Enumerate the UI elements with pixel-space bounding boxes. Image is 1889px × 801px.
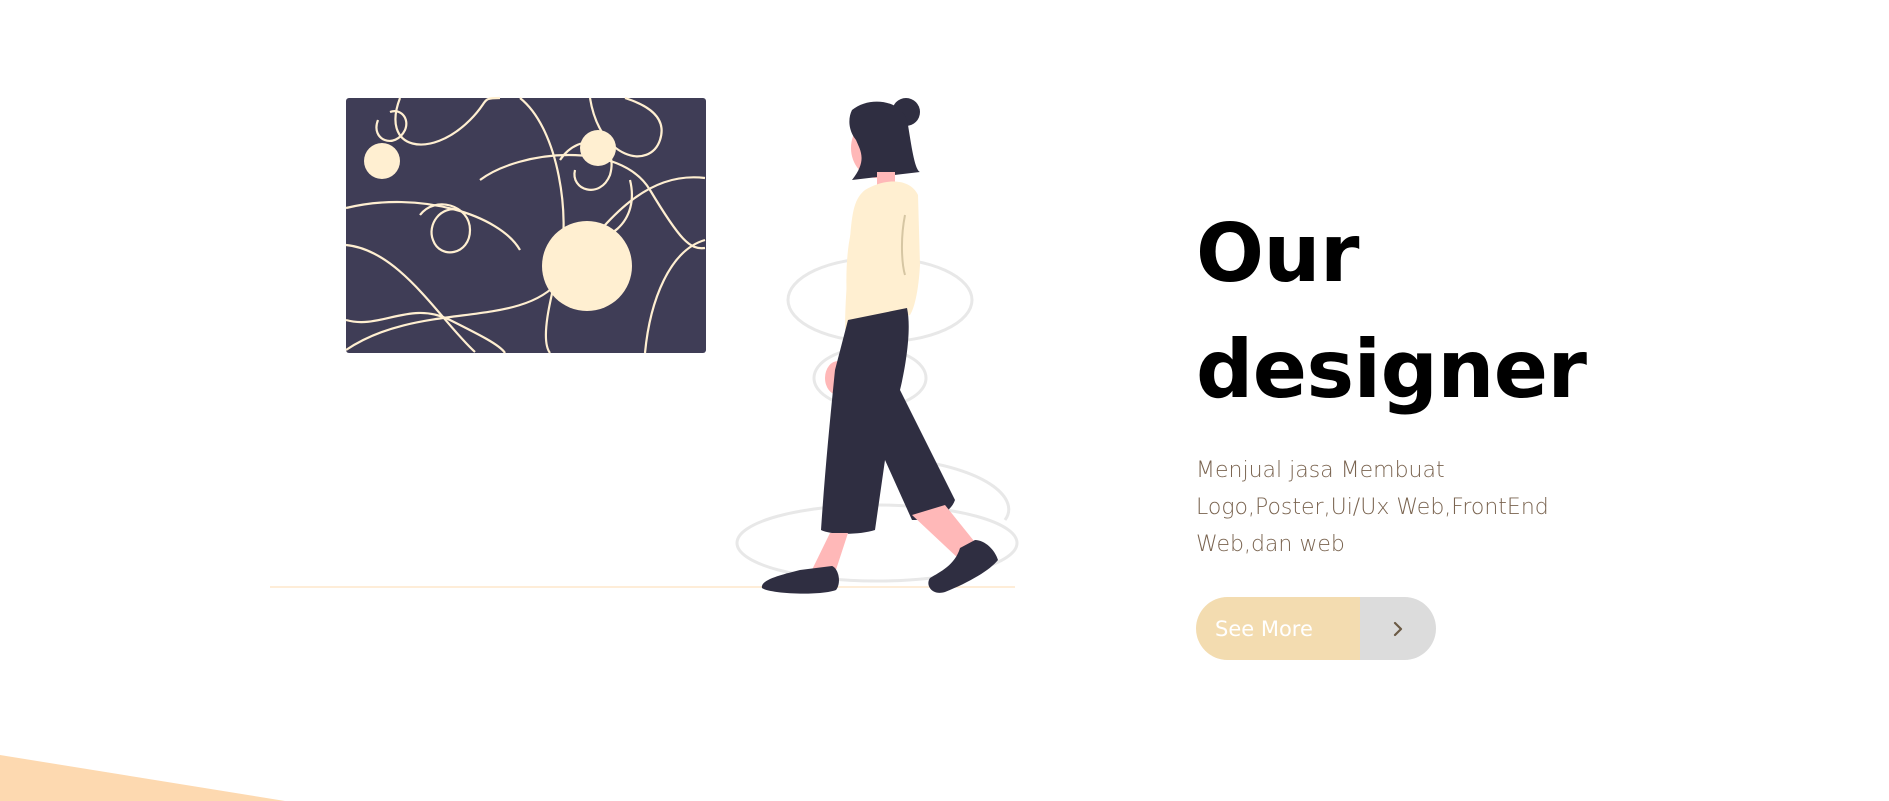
abstract-painting [345,96,706,354]
woman-figure [761,98,998,594]
hero-title-line1: Our [1196,207,1359,300]
corner-decor-shape [0,755,285,801]
chevron-right-icon [1393,621,1403,636]
cta-arrow-area[interactable] [1360,597,1436,660]
page: Our designer Menjual jasa Membuat Logo,P… [0,0,1889,801]
hero-content: Our designer Menjual jasa Membuat Logo,P… [1196,196,1616,660]
hero-description: Menjual jasa Membuat Logo,Poster,Ui/Ux W… [1196,458,1549,557]
hero-title-line2: designer [1196,323,1587,416]
hero-title: Our designer [1196,196,1616,428]
see-more-label: See More [1196,597,1360,660]
see-more-button[interactable]: See More [1196,597,1436,660]
